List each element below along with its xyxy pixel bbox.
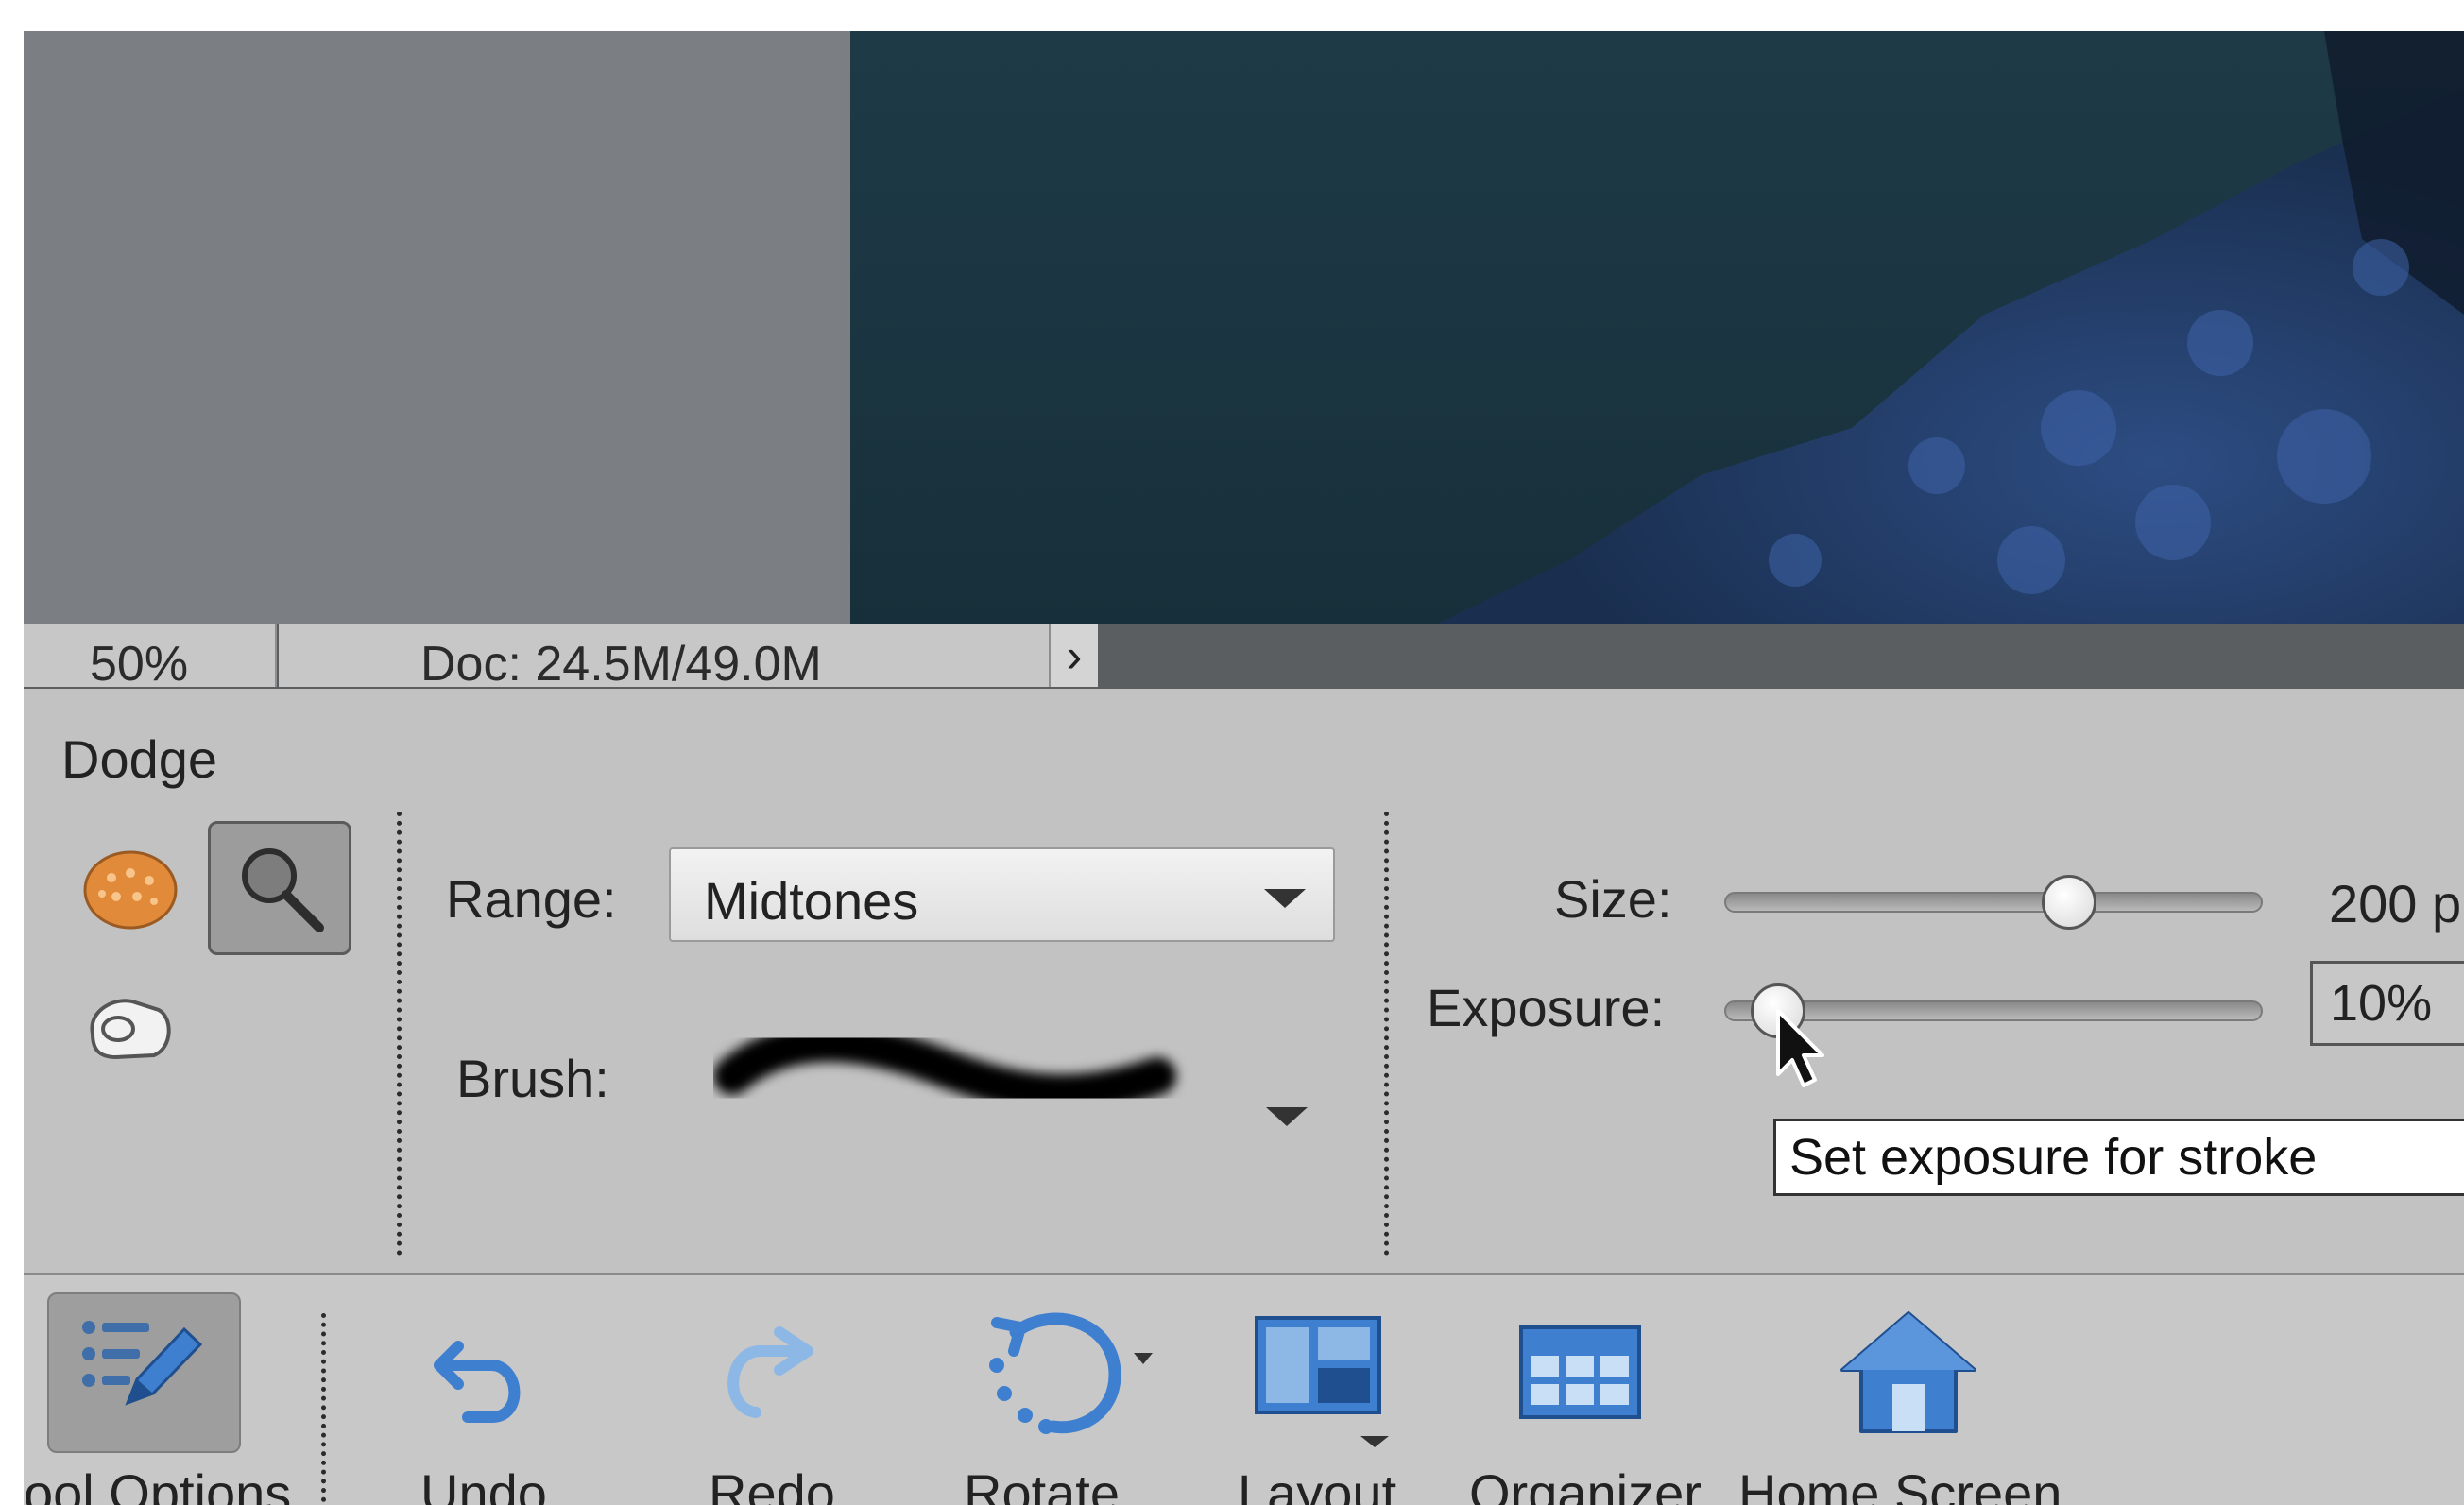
separator xyxy=(397,812,402,1256)
canvas-area xyxy=(24,31,2464,624)
tool-name: Dodge xyxy=(61,729,218,789)
size-value[interactable]: 200 p xyxy=(2329,873,2461,934)
brush-label: Brush: xyxy=(456,1049,609,1108)
size-slider-knob[interactable] xyxy=(2041,875,2096,930)
status-menu-arrow[interactable]: › xyxy=(1049,624,1098,687)
redo-button[interactable]: Redo xyxy=(685,1275,874,1505)
undo-label: Undo xyxy=(420,1463,547,1505)
brush-preview[interactable] xyxy=(713,1000,1205,1142)
mouse-pointer-icon xyxy=(1776,1009,1824,1087)
photo-content xyxy=(1436,31,2464,624)
document-size: Doc: 24.5M/49.0M xyxy=(279,624,1070,692)
rotate-icon xyxy=(989,1312,1153,1434)
undo-button[interactable]: Undo xyxy=(392,1275,581,1505)
separator xyxy=(321,1313,326,1502)
dodge-icon xyxy=(242,848,324,932)
layout-button[interactable]: Layout xyxy=(1223,1275,1431,1505)
exposure-label: Exposure: xyxy=(1427,978,1666,1037)
redo-label: Redo xyxy=(709,1463,835,1505)
organizer-icon xyxy=(1519,1325,1641,1419)
sponge-tool-icon[interactable] xyxy=(78,845,182,934)
home-screen-button[interactable]: Home Screen xyxy=(1715,1275,2112,1505)
range-value: Midtones xyxy=(704,871,919,931)
organizer-label: Organizer xyxy=(1469,1463,1702,1505)
tool-options-panel: Dodge Range: Midtones Brush: Size: 200 p… xyxy=(24,689,2464,1275)
rotate-label: Rotate xyxy=(964,1463,1120,1505)
size-label: Size: xyxy=(1554,869,1672,929)
separator xyxy=(1384,812,1389,1256)
app-window: 50% Doc: 24.5M/49.0M › Dodge Range: Midt… xyxy=(24,31,2464,1505)
tool-options-label: ool Options xyxy=(24,1463,292,1505)
photo-canvas[interactable] xyxy=(850,31,2464,624)
undo-icon xyxy=(434,1341,521,1423)
brush-dropdown-icon[interactable] xyxy=(1266,1107,1308,1126)
organizer-button[interactable]: Organizer xyxy=(1450,1275,1734,1505)
rotate-button[interactable]: Rotate xyxy=(954,1275,1190,1505)
burn-tool-icon[interactable] xyxy=(78,982,182,1071)
exposure-value[interactable]: 10% xyxy=(2310,961,2464,1046)
size-slider[interactable] xyxy=(1724,892,2263,913)
chevron-down-icon xyxy=(1264,889,1306,908)
dodge-tool-button[interactable] xyxy=(208,821,351,955)
home-icon xyxy=(1840,1311,1976,1433)
redo-icon xyxy=(727,1326,813,1418)
home-screen-label: Home Screen xyxy=(1738,1463,2062,1505)
tooltip: Set exposure for stroke xyxy=(1773,1119,2464,1196)
range-label: Range: xyxy=(446,869,617,929)
tool-options-icon xyxy=(82,1321,203,1406)
layout-icon xyxy=(1255,1316,1389,1447)
range-dropdown[interactable]: Midtones xyxy=(669,847,1335,942)
status-bar: 50% Doc: 24.5M/49.0M › xyxy=(24,624,2464,692)
layout-label: Layout xyxy=(1238,1463,1397,1505)
taskbar: ool Options Undo Redo Rotate Layout Orga… xyxy=(24,1275,2464,1505)
zoom-level[interactable]: 50% xyxy=(24,624,277,692)
tool-options-button[interactable]: ool Options xyxy=(24,1275,335,1505)
